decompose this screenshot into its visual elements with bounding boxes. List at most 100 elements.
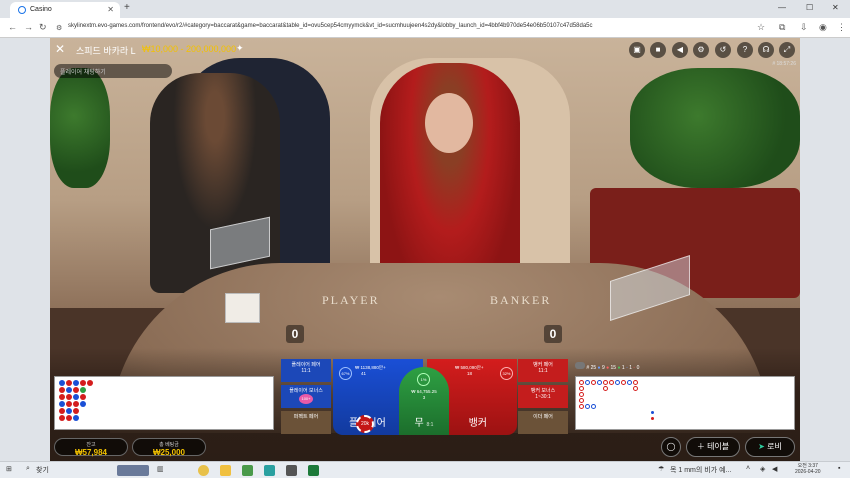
search-icon[interactable]: ⌕ [26,465,30,473]
widgets-icon[interactable] [117,465,149,476]
tab-bar: Casino ✕ + — ☐ ✕ [0,0,850,18]
date: 2026-04-20 [795,469,821,475]
history-icon[interactable]: ↺ [715,42,731,58]
betting-panel: 플레이어 페어 11:1 플레이어 보너스 100+ 퍼펙트 페어 ₩ 1138… [281,359,568,435]
back-icon[interactable]: ← [8,22,17,32]
site-info-icon[interactable]: ⚙ [56,24,62,32]
road-dot [80,380,86,386]
close-game-icon[interactable]: ✕ [55,42,65,56]
road-ring [579,398,584,403]
headset-icon[interactable]: ☊ [758,42,774,58]
new-tab-button[interactable]: + [124,2,130,13]
chat-input[interactable]: 플레이어 채팅하기 [54,64,172,78]
excel-icon[interactable] [308,465,319,476]
road-dot [66,394,72,400]
road-dot [73,380,79,386]
settings-icon[interactable]: ⚙ [693,42,709,58]
card-stack [225,293,260,323]
fullscreen-icon[interactable]: ⤢ [779,42,795,58]
road-dot [66,401,72,407]
tab-title: Casino [30,6,52,13]
lobby-label: 로비 [767,442,782,451]
stats-toggle-icon[interactable] [575,362,585,369]
tie-amount: ₩ 64,755.25 [411,389,437,394]
video-icon[interactable]: ■ [650,42,666,58]
volume-icon[interactable]: ◀ [772,465,777,473]
lobby-button[interactable]: ➤ 로비 [745,437,795,457]
weather-text[interactable]: 목 1 mm의 비가 예... [670,465,731,475]
road-dot [73,394,79,400]
player-pair-bet[interactable]: 플레이어 페어 11:1 [281,359,331,382]
help-icon[interactable]: ? [737,42,753,58]
road-ring [633,386,638,391]
banker-pair-bet[interactable]: 뱅커 페어 11:1 [518,359,568,382]
road-ring [585,404,590,409]
either-pair-bet[interactable]: 이더 페어 [518,411,568,434]
network-icon[interactable]: ◈ [760,465,765,473]
task-view-icon[interactable]: ▥ [157,465,164,473]
table-label-banker: BANKER [490,293,552,307]
big-road[interactable] [575,376,795,430]
taskbar-search[interactable]: 찾기 [36,465,49,475]
bet-chip[interactable]: 20k [356,415,374,433]
app-icon[interactable] [286,465,297,476]
extensions-icon[interactable]: ⧉ [779,22,785,33]
tab-casino[interactable]: Casino ✕ [10,2,120,18]
perfect-pair-label: 퍼펙트 페어 [293,414,319,420]
road-dot [59,394,65,400]
app-icon[interactable] [242,465,253,476]
banker-score: 0 [544,325,562,343]
reload-icon[interactable]: ↻ [39,22,47,33]
chat-bubble-button[interactable]: ◯ [661,437,681,457]
maximize-icon[interactable]: ☐ [806,3,813,12]
road-ring [633,380,638,385]
balance-pill: 잔고 ₩57,984 [54,438,128,457]
start-icon[interactable]: ⊞ [6,465,12,473]
round-statistics: # 25 ● 9 ● 15 ● 1 ◦ 1 ◦ 0 [575,362,639,372]
player-bonus-bet[interactable]: 플레이어 보너스 100+ [281,385,331,408]
url-field[interactable]: skylinextm.evo-games.com/frontend/evo/r2… [68,23,593,29]
table-label-player: PLAYER [322,293,380,307]
road-dot [87,380,93,386]
bookmark-star-icon[interactable]: ☆ [757,22,765,33]
minimize-icon[interactable]: — [778,3,786,12]
player-percent: 67% [339,367,352,380]
globe-icon [18,6,26,14]
banker-bonus-bet[interactable]: 뱅커 보너스 1~30:1 [518,385,568,408]
road-dot [59,387,65,393]
app-icon[interactable] [264,465,275,476]
chrome-icon[interactable] [198,465,209,476]
profile-icon[interactable]: ◉ [819,22,827,33]
address-bar-row: ← → ↻ ⚙ skylinextm.evo-games.com/fronten… [0,18,850,38]
balance-label: 잔고 [86,442,96,448]
close-tab-icon[interactable]: ✕ [107,5,114,14]
file-explorer-icon[interactable] [220,465,231,476]
stat-banker: 15 [610,365,617,371]
road-dot [59,380,65,386]
close-window-icon[interactable]: ✕ [832,3,839,12]
favorite-star-icon[interactable]: ✦ [236,43,244,54]
road-ring [615,380,620,385]
either-pair-label: 이더 페어 [533,414,553,420]
road-dot [66,415,72,421]
road-ring [579,404,584,409]
chat-icon[interactable]: ▣ [629,42,645,58]
perfect-pair-bet[interactable]: 퍼펙트 페어 [281,411,331,434]
road-dot [80,394,86,400]
downloads-icon[interactable]: ⇩ [800,22,808,33]
bead-road[interactable] [54,376,274,430]
road-ring [603,380,608,385]
road-dot [66,408,72,414]
notification-icon[interactable]: ▪ [838,465,840,472]
forward-icon[interactable]: → [24,22,33,32]
clock[interactable]: 오전 3:37 2026-04-20 [795,462,821,475]
sound-icon[interactable]: ◀ [672,42,688,58]
tables-button[interactable]: ＋ 테이블 [686,437,740,457]
stat-rounds: 25 [590,365,597,371]
banker-percent: 32% [500,367,513,380]
menu-icon[interactable]: ⋮ [837,22,846,33]
tables-label: 테이블 [707,442,730,451]
tray-chevron-icon[interactable]: ˄ [746,465,750,472]
tie-bet[interactable]: 1% ₩ 64,755.25 3 무 8:1 [399,367,449,435]
lobby-icon: ➤ [758,442,765,451]
